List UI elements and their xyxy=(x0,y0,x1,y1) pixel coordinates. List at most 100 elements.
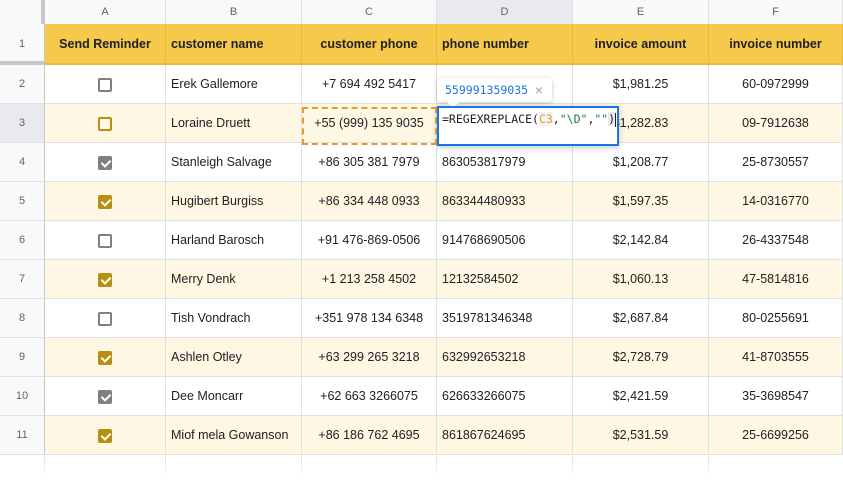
cell-send-reminder[interactable] xyxy=(45,221,166,260)
row-header[interactable]: 11 xyxy=(0,416,45,455)
row-header[interactable]: 8 xyxy=(0,299,45,338)
cell-customer-phone[interactable]: +91 476-869-0506 xyxy=(302,221,437,260)
cell-customer-name[interactable]: Stanleigh Salvage xyxy=(166,143,302,182)
checkbox-unchecked[interactable] xyxy=(98,77,112,92)
cell-send-reminder[interactable] xyxy=(45,182,166,221)
formula-close-paren: ) xyxy=(608,112,616,126)
cell-customer-name[interactable]: Miof mela Gowanson xyxy=(166,416,302,455)
cell-customer-phone[interactable]: +63 299 265 3218 xyxy=(302,338,437,377)
cell-send-reminder[interactable] xyxy=(45,338,166,377)
cell-customer-phone[interactable]: +86 334 448 0933 xyxy=(302,182,437,221)
cell-customer-phone[interactable]: +86 186 762 4695 xyxy=(302,416,437,455)
cell-send-reminder[interactable] xyxy=(45,416,166,455)
cell-invoice-number[interactable]: 09-7912638 xyxy=(709,104,843,143)
cell-customer-name[interactable]: Hugibert Burgiss xyxy=(166,182,302,221)
cell-customer-name[interactable]: Merry Denk xyxy=(166,260,302,299)
cell-invoice-amount[interactable]: $2,531.59 xyxy=(573,416,709,455)
close-icon[interactable]: × xyxy=(534,83,544,97)
checkbox-checked[interactable] xyxy=(98,155,112,170)
checkbox-unchecked[interactable] xyxy=(98,311,112,326)
cell-invoice-number[interactable]: 80-0255691 xyxy=(709,299,843,338)
cell-invoice-number[interactable]: 25-6699256 xyxy=(709,416,843,455)
cell-phone-number[interactable]: 861867624695 xyxy=(437,416,573,455)
cell-invoice-amount[interactable]: $1,208.77 xyxy=(573,143,709,182)
checkbox-checked[interactable] xyxy=(98,350,112,365)
row-header[interactable]: 3 xyxy=(0,104,45,143)
cell-customer-name[interactable]: Tish Vondrach xyxy=(166,299,302,338)
cell-send-reminder[interactable] xyxy=(45,377,166,416)
cell-customer-phone[interactable]: +86 305 381 7979 xyxy=(302,143,437,182)
cell-invoice-number[interactable]: 47-5814816 xyxy=(709,260,843,299)
text-cursor xyxy=(615,112,617,127)
cell-invoice-number[interactable]: 14-0316770 xyxy=(709,182,843,221)
formula-cell-editor[interactable]: =REGEXREPLACE(C3,"\D","") xyxy=(437,106,619,146)
cell-customer-phone[interactable]: +62 663 3266075 xyxy=(302,377,437,416)
cell-customer-phone[interactable]: +351 978 134 6348 xyxy=(302,299,437,338)
table-row: 9 Ashlen Otley +63 299 265 3218 63299265321… xyxy=(0,338,843,377)
cell-customer-name[interactable]: Erek Gallemore xyxy=(166,65,302,104)
header-cell-customer-phone[interactable]: customer phone xyxy=(302,24,437,65)
cell-invoice-number[interactable]: 41-8703555 xyxy=(709,338,843,377)
cell-invoice-number[interactable]: 35-3698547 xyxy=(709,377,843,416)
column-header-f[interactable]: F xyxy=(709,0,843,24)
cell-invoice-amount[interactable]: $2,421.59 xyxy=(573,377,709,416)
cell-invoice-amount[interactable]: $2,142.84 xyxy=(573,221,709,260)
checkbox-checked[interactable] xyxy=(98,389,112,404)
table-row: 4 Stanleigh Salvage +86 305 381 7979 863053… xyxy=(0,143,843,182)
cell-customer-phone[interactable]: +55 (999) 135 9035 xyxy=(302,104,437,143)
column-header-d[interactable]: D xyxy=(437,0,573,24)
checkbox-unchecked[interactable] xyxy=(98,233,112,248)
cell-invoice-amount[interactable]: $1,597.35 xyxy=(573,182,709,221)
cell-invoice-number[interactable]: 25-8730557 xyxy=(709,143,843,182)
header-cell-send-reminder[interactable]: Send Reminder xyxy=(45,24,166,65)
cell-customer-name[interactable]: Dee Moncarr xyxy=(166,377,302,416)
row-header[interactable]: 2 xyxy=(0,65,45,104)
row-header[interactable]: 6 xyxy=(0,221,45,260)
cell-send-reminder[interactable] xyxy=(45,299,166,338)
cell-phone-number[interactable]: 914768690506 xyxy=(437,221,573,260)
cell-customer-name[interactable]: Ashlen Otley xyxy=(166,338,302,377)
row-header[interactable]: 7 xyxy=(0,260,45,299)
formula-result-preview: 559991359035 × xyxy=(437,78,552,102)
checkbox-unchecked[interactable] xyxy=(98,116,112,131)
header-cell-customer-name[interactable]: customer name xyxy=(166,24,302,65)
cell-send-reminder[interactable] xyxy=(45,143,166,182)
cell-invoice-number[interactable]: 60-0972999 xyxy=(709,65,843,104)
column-header-a[interactable]: A xyxy=(45,0,166,24)
row-header[interactable]: 9 xyxy=(0,338,45,377)
cell-phone-number[interactable]: 863053817979 xyxy=(437,143,573,182)
cell-invoice-amount[interactable]: $1,060.13 xyxy=(573,260,709,299)
row-header[interactable]: 1 xyxy=(0,24,45,65)
cell-customer-name[interactable]: Loraine Druett xyxy=(166,104,302,143)
checkbox-checked[interactable] xyxy=(98,272,112,287)
cell-phone-number[interactable]: 626633266075 xyxy=(437,377,573,416)
cell-send-reminder[interactable] xyxy=(45,65,166,104)
cell-phone-number[interactable]: 3519781346348 xyxy=(437,299,573,338)
cell-send-reminder[interactable] xyxy=(45,260,166,299)
checkbox-checked[interactable] xyxy=(98,194,112,209)
cell-invoice-amount[interactable]: $1,981.25 xyxy=(573,65,709,104)
cell-customer-phone[interactable]: +7 694 492 5417 xyxy=(302,65,437,104)
row-header[interactable]: 4 xyxy=(0,143,45,182)
cell-invoice-amount[interactable]: $2,687.84 xyxy=(573,299,709,338)
cell-send-reminder[interactable] xyxy=(45,104,166,143)
cell-customer-name[interactable]: Harland Barosch xyxy=(166,221,302,260)
cell-phone-number[interactable]: 632992653218 xyxy=(437,338,573,377)
column-header-b[interactable]: B xyxy=(166,0,302,24)
column-header-c[interactable]: C xyxy=(302,0,437,24)
header-cell-phone-number[interactable]: phone number xyxy=(437,24,573,65)
row-header[interactable]: 10 xyxy=(0,377,45,416)
select-all-corner[interactable] xyxy=(0,0,45,24)
column-header-e[interactable]: E xyxy=(573,0,709,24)
formula-separator: , xyxy=(552,112,560,126)
cell-invoice-number[interactable]: 26-4337548 xyxy=(709,221,843,260)
row-header[interactable]: 5 xyxy=(0,182,45,221)
checkbox-checked[interactable] xyxy=(98,428,112,443)
header-cell-invoice-number[interactable]: invoice number xyxy=(709,24,843,65)
cell-invoice-amount[interactable]: $2,728.79 xyxy=(573,338,709,377)
header-cell-invoice-amount[interactable]: invoice amount xyxy=(573,24,709,65)
table-row: 5 Hugibert Burgiss +86 334 448 0933 8633444… xyxy=(0,182,843,221)
cell-phone-number[interactable]: 12132584502 xyxy=(437,260,573,299)
cell-phone-number[interactable]: 863344480933 xyxy=(437,182,573,221)
cell-customer-phone[interactable]: +1 213 258 4502 xyxy=(302,260,437,299)
